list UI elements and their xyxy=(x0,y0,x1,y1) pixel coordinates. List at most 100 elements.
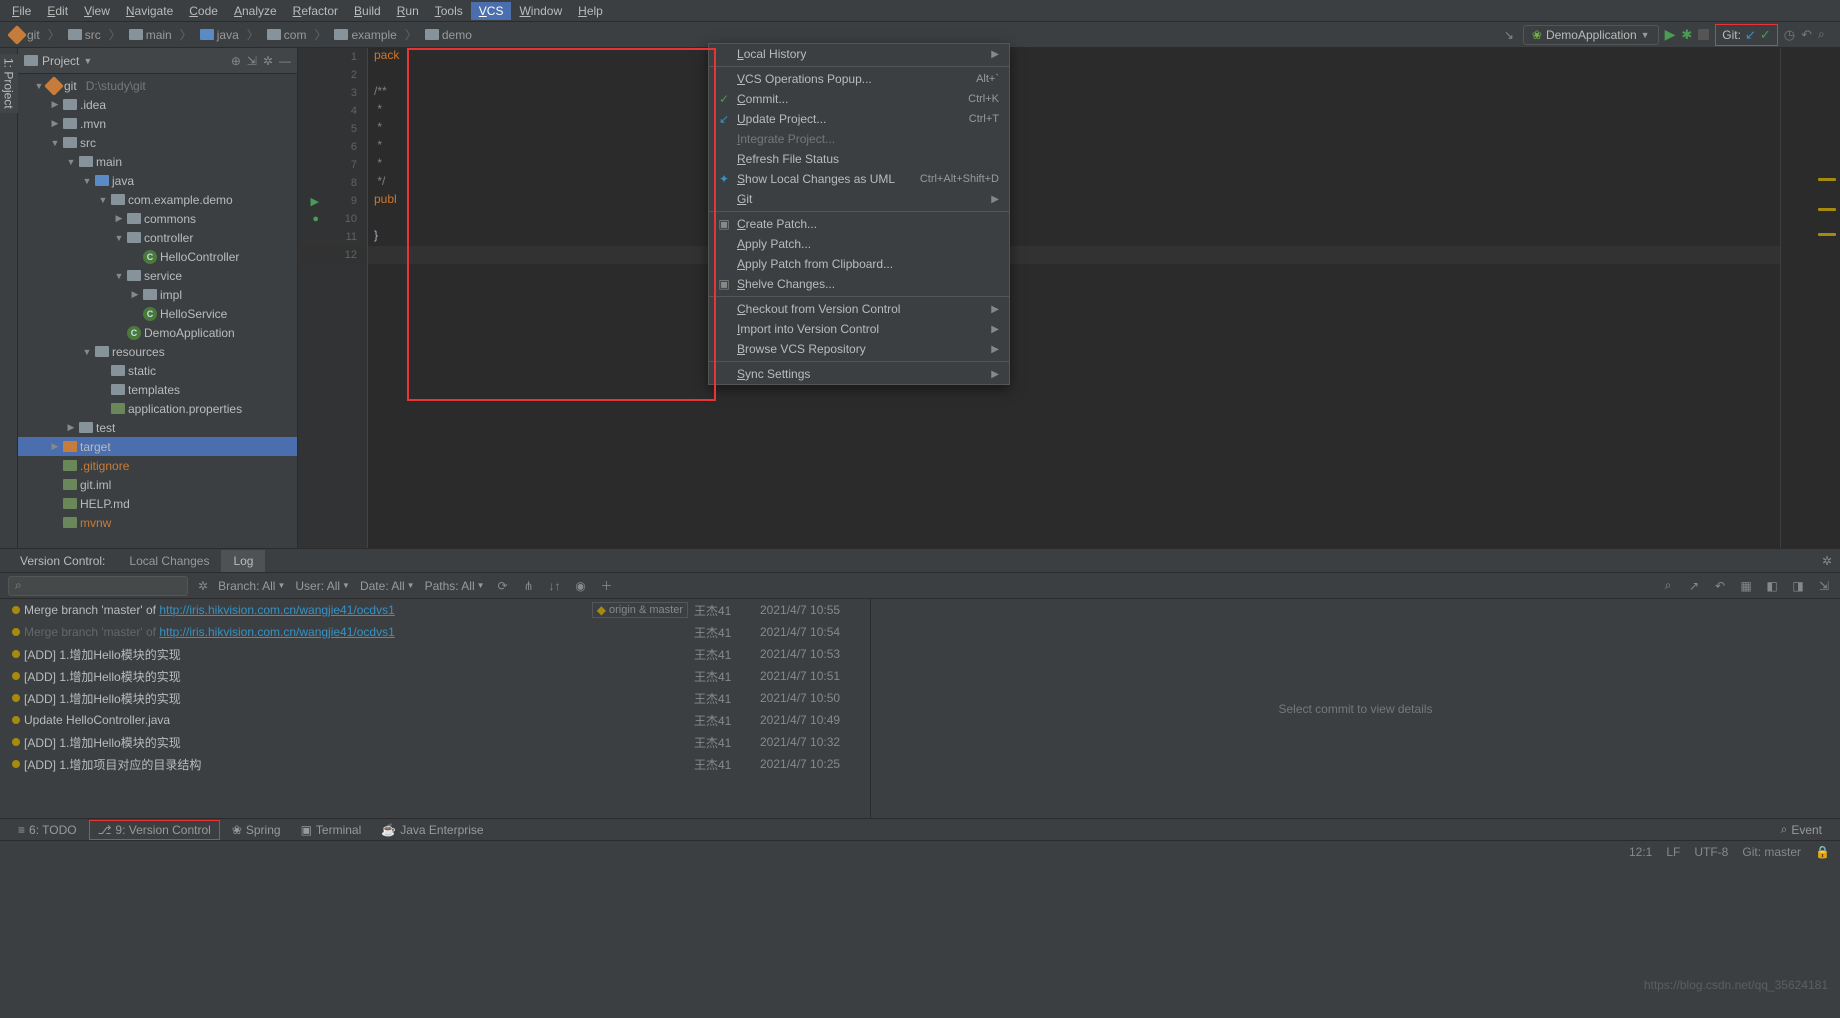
menu-refactor[interactable]: Refactor xyxy=(285,2,346,20)
tab-local-changes[interactable]: Local Changes xyxy=(117,550,221,572)
user-filter[interactable]: User: All▼ xyxy=(295,579,350,593)
history-icon[interactable]: ◷ xyxy=(1784,27,1795,43)
menu-view[interactable]: View xyxy=(76,2,118,20)
gear-icon[interactable]: ✲ xyxy=(1822,554,1840,568)
vcs-menu-dropdown[interactable]: Local History▶ VCS Operations Popup...Alt… xyxy=(708,43,1010,385)
project-panel-title[interactable]: Project ▼ xyxy=(24,54,92,68)
menu-item[interactable]: Apply Patch from Clipboard... xyxy=(709,254,1009,274)
git-branch[interactable]: Git: master xyxy=(1742,845,1801,859)
menu-item[interactable]: ▣Create Patch... xyxy=(709,214,1009,234)
menu-build[interactable]: Build xyxy=(346,2,389,20)
menu-item[interactable]: Git▶ xyxy=(709,189,1009,209)
run-configuration[interactable]: ❀ DemoApplication ▼ xyxy=(1523,25,1659,45)
layout2-icon[interactable]: ◨ xyxy=(1790,579,1806,593)
tree-node[interactable]: ▶.mvn xyxy=(18,114,297,133)
regex-icon[interactable]: ✲ xyxy=(198,579,208,593)
nav-icon[interactable]: ↗ xyxy=(1686,579,1702,593)
menu-item[interactable]: Sync Settings▶ xyxy=(709,364,1009,384)
menu-code[interactable]: Code xyxy=(181,2,226,20)
menu-vcs[interactable]: VCS xyxy=(471,2,512,20)
tree-node[interactable]: ▼java xyxy=(18,171,297,190)
date-filter[interactable]: Date: All▼ xyxy=(360,579,415,593)
collapse-icon[interactable]: ⇲ xyxy=(247,54,257,68)
menu-item[interactable]: Import into Version Control▶ xyxy=(709,319,1009,339)
run-button[interactable]: ▶ xyxy=(1665,26,1676,43)
undo-icon[interactable]: ↶ xyxy=(1712,579,1728,593)
breadcrumb-item[interactable]: example xyxy=(330,26,400,44)
menu-item[interactable]: VCS Operations Popup...Alt+` xyxy=(709,69,1009,89)
menu-analyze[interactable]: Analyze xyxy=(226,2,285,20)
eye-icon[interactable]: ◉ xyxy=(573,579,589,593)
layout1-icon[interactable]: ◧ xyxy=(1764,579,1780,593)
update-icon[interactable]: ↙ xyxy=(1745,27,1756,43)
expand-icon[interactable]: ⇲ xyxy=(1816,579,1832,593)
project-tree[interactable]: ▼gitD:\study\git▶.idea▶.mvn▼src▼main▼jav… xyxy=(18,74,297,544)
tree-node[interactable]: mvnw xyxy=(18,513,297,532)
tree-node[interactable]: ▼service xyxy=(18,266,297,285)
menu-run[interactable]: Run xyxy=(389,2,427,20)
menu-edit[interactable]: Edit xyxy=(39,2,76,20)
commit-list[interactable]: Merge branch 'master' of http://iris.hik… xyxy=(0,599,870,818)
commit-row[interactable]: Update HelloController.java王杰412021/4/7 … xyxy=(0,709,870,731)
tree-node[interactable]: ▶.idea xyxy=(18,95,297,114)
search-icon[interactable]: ⌕ xyxy=(1660,578,1676,593)
menu-window[interactable]: Window xyxy=(511,2,570,20)
search-everywhere-icon[interactable]: ⌕ xyxy=(1818,27,1834,43)
branch-filter[interactable]: Branch: All▼ xyxy=(218,579,285,593)
gear-icon[interactable]: ✲ xyxy=(263,54,273,68)
lock-icon[interactable]: 🔒 xyxy=(1815,845,1830,859)
tree-node[interactable]: ▼gitD:\study\git xyxy=(18,76,297,95)
tree-node[interactable]: ▼controller xyxy=(18,228,297,247)
refresh-icon[interactable]: ⟳ xyxy=(495,579,511,593)
menu-item[interactable]: ▣Shelve Changes... xyxy=(709,274,1009,294)
menu-file[interactable]: File xyxy=(4,2,39,20)
tool-window-button[interactable]: ⎇9: Version Control xyxy=(89,820,220,840)
commit-row[interactable]: [ADD] 1.增加Hello模块的实现王杰412021/4/7 10:32 xyxy=(0,731,870,753)
group-icon[interactable]: ▦ xyxy=(1738,579,1754,593)
breadcrumb-item[interactable]: src xyxy=(64,26,105,44)
commit-row[interactable]: [ADD] 1.增加Hello模块的实现王杰412021/4/7 10:53 xyxy=(0,643,870,665)
tree-node[interactable]: HELP.md xyxy=(18,494,297,513)
commit-row[interactable]: [ADD] 1.增加Hello模块的实现王杰412021/4/7 10:51 xyxy=(0,665,870,687)
menu-item[interactable]: Browse VCS Repository▶ xyxy=(709,339,1009,359)
line-separator[interactable]: LF xyxy=(1666,845,1680,859)
paths-filter[interactable]: Paths: All▼ xyxy=(425,579,485,593)
tree-node[interactable]: ▶target xyxy=(18,437,297,456)
file-encoding[interactable]: UTF-8 xyxy=(1694,845,1728,859)
revert-icon[interactable]: ↶ xyxy=(1801,27,1812,43)
menu-navigate[interactable]: Navigate xyxy=(118,2,181,20)
tree-node[interactable]: ▼main xyxy=(18,152,297,171)
tree-node[interactable]: .gitignore xyxy=(18,456,297,475)
cursor-position[interactable]: 12:1 xyxy=(1629,845,1652,859)
add-icon[interactable]: ＋ xyxy=(599,577,615,594)
menu-item[interactable]: ↙Update Project...Ctrl+T xyxy=(709,109,1009,129)
debug-button[interactable]: ✱ xyxy=(1681,27,1692,43)
tool-window-button[interactable]: ≡6: TODO xyxy=(10,821,85,839)
tool-window-button[interactable]: ▣Terminal xyxy=(293,821,370,839)
commit-row[interactable]: [ADD] 1.增加Hello模块的实现王杰412021/4/7 10:50 xyxy=(0,687,870,709)
commit-row[interactable]: Merge branch 'master' of http://iris.hik… xyxy=(0,621,870,643)
menu-item[interactable]: Local History▶ xyxy=(709,44,1009,64)
tree-node[interactable]: static xyxy=(18,361,297,380)
tree-node[interactable]: CHelloService xyxy=(18,304,297,323)
tool-window-button[interactable]: ❀Spring xyxy=(224,821,289,839)
tree-node[interactable]: ▼resources xyxy=(18,342,297,361)
event-log-button[interactable]: ⌕ Event xyxy=(1773,820,1830,839)
editor-minimap[interactable] xyxy=(1780,48,1840,548)
go-to-icon[interactable]: ↓↑ xyxy=(547,579,563,593)
menu-help[interactable]: Help xyxy=(570,2,611,20)
tree-node[interactable]: ▶commons xyxy=(18,209,297,228)
tree-node[interactable]: ▼com.example.demo xyxy=(18,190,297,209)
editor[interactable]: 12345678▶9●101112 pack/** * * * * */publ… xyxy=(298,48,1840,548)
menu-item[interactable]: ✓Commit...Ctrl+K xyxy=(709,89,1009,109)
cherry-pick-icon[interactable]: ⋔ xyxy=(521,579,537,593)
breadcrumb-item[interactable]: demo xyxy=(421,26,476,44)
tree-node[interactable]: ▶test xyxy=(18,418,297,437)
log-search-input[interactable]: ⌕ xyxy=(8,576,188,596)
tool-window-button[interactable]: ☕Java Enterprise xyxy=(373,821,491,839)
tree-node[interactable]: application.properties xyxy=(18,399,297,418)
hammer-icon[interactable]: ↘ xyxy=(1501,28,1517,42)
menu-item[interactable]: Checkout from Version Control▶ xyxy=(709,299,1009,319)
locate-icon[interactable]: ⊕ xyxy=(231,54,241,68)
tree-node[interactable]: templates xyxy=(18,380,297,399)
